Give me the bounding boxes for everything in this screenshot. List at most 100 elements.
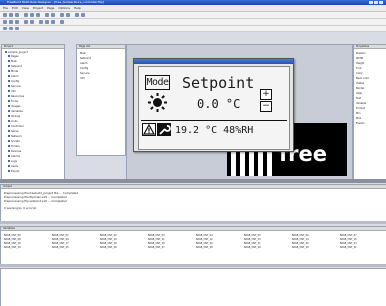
property-row[interactable]: Font [356,67,361,70]
page-list-item[interactable]: Info [80,77,85,80]
tree-item[interactable]: Strings [8,115,20,118]
page-list-item[interactable]: Alarm [80,62,88,65]
tree-item[interactable]: Resources [8,95,24,98]
grid-cell[interactable]: BASE_CNT_00 [4,234,21,237]
plus-button[interactable]: + [260,89,272,100]
grid-cell[interactable]: BASE_CNT_02 [100,234,117,237]
page-prev-icon[interactable] [3,27,7,30]
grid-cell[interactable]: BASE_CNT_01 [52,234,69,237]
align-left-icon[interactable] [3,20,7,24]
grid-cell[interactable]: BASE_CNT_28 [196,246,213,249]
minimize-icon[interactable] [369,1,373,4]
property-row[interactable]: Color [356,72,363,75]
property-row[interactable]: Max [356,117,361,120]
send-back-icon[interactable] [30,20,34,24]
property-row[interactable]: Variable [356,102,366,105]
property-row[interactable]: Min [356,112,360,115]
page-list-item[interactable]: Main [80,52,86,55]
tree-item[interactable]: Export [8,170,20,173]
tree-item[interactable]: Links [8,120,18,123]
run-icon[interactable] [66,13,70,17]
tree-item[interactable]: Main [8,60,17,63]
tree-item[interactable]: Setpoint [8,65,22,68]
build-icon[interactable] [60,13,64,17]
property-row[interactable]: Format [356,107,365,110]
maximize-icon[interactable] [374,1,378,4]
property-row[interactable]: Align [356,92,362,95]
property-row[interactable]: Visible [356,82,364,85]
property-row[interactable]: Events [356,122,364,125]
tree-item[interactable]: Alarm [8,75,19,78]
tree-item[interactable]: Alarms [8,155,20,158]
new-file-icon[interactable] [3,13,7,17]
tree-item[interactable]: Devices [8,150,21,153]
grid-cell[interactable]: BASE_CNT_08 [4,238,21,241]
tree-item[interactable]: Info [8,90,16,93]
grid-cell[interactable]: BASE_CNT_18 [100,242,117,245]
grid-cell[interactable]: BASE_CNT_22 [292,242,309,245]
grid-cell[interactable]: BASE_CNT_11 [148,238,165,241]
undo-icon[interactable] [45,13,49,17]
image-tool-icon[interactable] [45,20,49,24]
tree-item[interactable]: Serial [8,130,18,133]
tree-item[interactable]: Timers [8,145,20,148]
button-tool-icon[interactable] [51,20,55,24]
tree-root[interactable]: sample_project [5,51,28,54]
menu-page[interactable]: Page [47,5,54,11]
grid-cell[interactable]: BASE_CNT_31 [340,246,357,249]
grid-cell[interactable]: BASE_CNT_16 [4,242,21,245]
grid-cell[interactable]: BASE_CNT_03 [148,234,165,237]
grid-cell[interactable]: BASE_CNT_15 [340,238,357,241]
menu-view[interactable]: View [22,5,29,11]
menu-edit[interactable]: Edit [12,5,18,11]
align-right-icon[interactable] [15,20,19,24]
save-icon[interactable] [15,13,19,17]
alarm-warning-icon[interactable] [142,123,156,136]
tree-item[interactable]: Config [8,80,19,83]
property-row[interactable]: Height [356,62,364,65]
grid-cell[interactable]: BASE_CNT_04 [196,234,213,237]
grid-cell[interactable]: BASE_CNT_29 [244,246,261,249]
tree-item[interactable]: Controller [8,125,24,128]
grid-cell[interactable]: BASE_CNT_27 [148,246,165,249]
grid-cell[interactable]: BASE_CNT_17 [52,242,69,245]
open-file-icon[interactable] [9,13,13,17]
minus-button[interactable]: − [260,101,272,112]
property-row[interactable]: Back color [356,77,369,80]
menu-help[interactable]: Help [74,5,81,11]
page-next-icon[interactable] [9,27,13,30]
page-list-item[interactable]: Service [80,72,90,75]
grid-cell[interactable]: BASE_CNT_20 [196,242,213,245]
zoom-in-icon[interactable] [75,13,79,17]
menu-options[interactable]: Options [58,5,70,11]
copy-icon[interactable] [30,13,34,17]
property-row[interactable]: Width [356,57,363,60]
zoom-out-icon[interactable] [81,13,85,17]
grid-cell[interactable]: BASE_CNT_05 [244,234,261,237]
grid-cell[interactable]: BASE_CNT_10 [100,238,117,241]
tree-item[interactable]: Fonts [8,100,18,103]
grid-cell[interactable]: BASE_CNT_06 [292,234,309,237]
tree-item[interactable]: Variables [8,110,23,113]
tree-item[interactable]: Scripts [8,140,20,143]
property-row[interactable]: Border [356,87,364,90]
text-tool-icon[interactable] [39,20,43,24]
page-add-icon[interactable] [15,27,19,30]
grid-cell[interactable]: BASE_CNT_14 [292,238,309,241]
property-row[interactable]: Text [356,97,361,100]
grid-cell[interactable]: BASE_CNT_26 [100,246,117,249]
grid-icon[interactable] [60,20,64,24]
tree-item[interactable]: Logs [8,160,17,163]
tree-item[interactable]: Service [8,85,21,88]
tree-item[interactable]: Mode [8,70,18,73]
property-row[interactable]: Position [356,52,366,55]
tree-item[interactable]: Network [8,135,22,138]
grid-cell[interactable]: BASE_CNT_07 [340,234,357,237]
grid-cell[interactable]: BASE_CNT_21 [244,242,261,245]
page-list-item[interactable]: Setpoint [80,57,91,60]
grid-cell[interactable]: BASE_CNT_24 [4,246,21,249]
page-list-item[interactable]: Config [80,67,88,70]
grid-cell[interactable]: BASE_CNT_13 [244,238,261,241]
tree-item[interactable]: Pages [8,55,19,58]
close-icon[interactable] [379,1,383,4]
